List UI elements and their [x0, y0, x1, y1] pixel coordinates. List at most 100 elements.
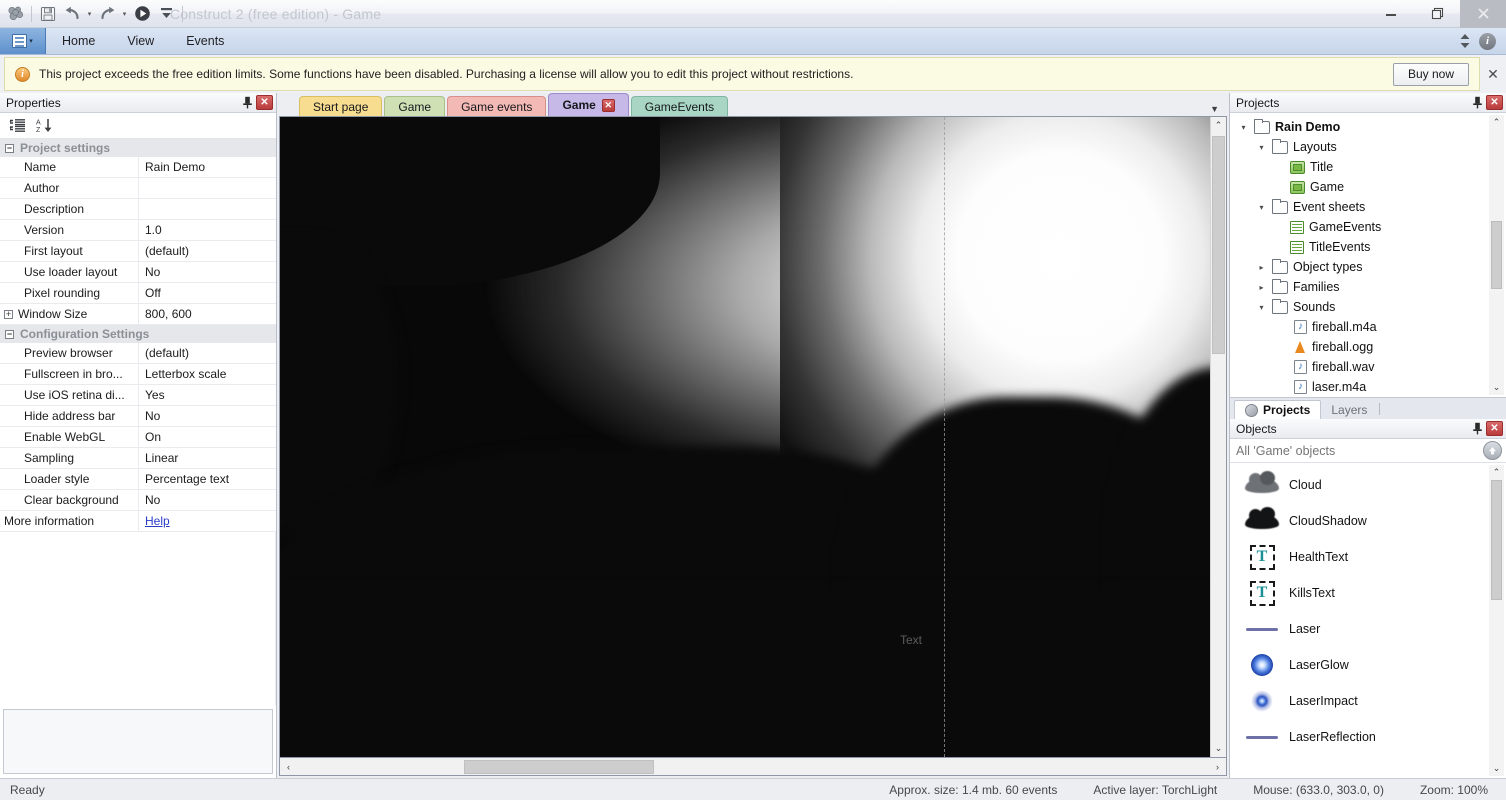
- object-item-cloudshadow[interactable]: CloudShadow: [1230, 503, 1506, 539]
- redo-icon[interactable]: [96, 3, 118, 25]
- collapse-ribbon-icon[interactable]: [1459, 33, 1471, 49]
- tree-item-sounds[interactable]: ▾ Sounds: [1230, 297, 1506, 317]
- property-row-version[interactable]: Version 1.0: [0, 220, 276, 241]
- file-menu-button[interactable]: ▾: [0, 28, 46, 54]
- ribbon-tab-home[interactable]: Home: [46, 28, 111, 54]
- property-row-window-size[interactable]: + Window Size 800, 600: [0, 304, 276, 325]
- undo-icon[interactable]: [61, 3, 83, 25]
- tree-item-laser-m4a[interactable]: ♪ laser.m4a: [1230, 377, 1506, 397]
- objects-scroll-down-icon[interactable]: ⌄: [1489, 761, 1504, 776]
- property-group-project-settings[interactable]: − Project settings: [0, 139, 276, 157]
- property-row-name[interactable]: Name Rain Demo: [0, 157, 276, 178]
- run-preview-icon[interactable]: [131, 3, 153, 25]
- tab-overflow-icon[interactable]: ▼: [1210, 104, 1219, 114]
- property-value[interactable]: No: [139, 490, 276, 510]
- close-tab-icon[interactable]: ✕: [601, 98, 615, 112]
- document-tab-gameevents[interactable]: GameEvents: [630, 96, 729, 116]
- property-row-sampling[interactable]: Sampling Linear: [0, 448, 276, 469]
- close-objects-icon[interactable]: ✕: [1486, 421, 1503, 436]
- objects-scroll-up-icon[interactable]: ⌃: [1489, 465, 1504, 480]
- canvas-vertical-scrollbar[interactable]: ⌃ ⌄: [1210, 117, 1227, 757]
- property-value[interactable]: On: [139, 427, 276, 447]
- tree-item-layouts[interactable]: ▾ Layouts: [1230, 137, 1506, 157]
- document-tab-start-page[interactable]: Start page: [299, 96, 383, 116]
- close-properties-icon[interactable]: ✕: [256, 95, 273, 110]
- objects-list[interactable]: Cloud CloudShadow T HealthText T KillsTe…: [1230, 463, 1506, 778]
- ribbon-tab-events[interactable]: Events: [170, 28, 240, 54]
- redo-dropdown-icon[interactable]: ▾: [120, 3, 129, 25]
- property-value[interactable]: Linear: [139, 448, 276, 468]
- dock-tab-layers[interactable]: Layers: [1321, 400, 1378, 419]
- property-row-use-loader-layout[interactable]: Use loader layout No: [0, 262, 276, 283]
- minimize-button[interactable]: [1368, 0, 1414, 28]
- property-value[interactable]: 800, 600: [139, 304, 276, 324]
- horizontal-scroll-thumb[interactable]: [464, 759, 654, 774]
- canvas-horizontal-scrollbar[interactable]: ‹ ›: [279, 758, 1227, 776]
- property-row-first-layout[interactable]: First layout (default): [0, 241, 276, 262]
- twisty-icon[interactable]: ▸: [1256, 283, 1267, 292]
- property-row-author[interactable]: Author: [0, 178, 276, 199]
- help-link[interactable]: Help: [145, 514, 170, 528]
- object-item-laserreflection[interactable]: LaserReflection: [1230, 719, 1506, 755]
- twisty-icon[interactable]: ▾: [1238, 123, 1249, 132]
- property-row-fullscreen-in-browser[interactable]: Fullscreen in bro... Letterbox scale: [0, 364, 276, 385]
- customize-toolbar-icon[interactable]: [155, 3, 177, 25]
- scroll-left-icon[interactable]: ‹: [280, 758, 297, 775]
- tree-scroll-down-icon[interactable]: ⌄: [1489, 380, 1504, 395]
- tree-scrollbar[interactable]: ⌃ ⌄: [1489, 115, 1504, 395]
- sort-alpha-button[interactable]: AZ: [32, 115, 56, 137]
- pin-icon[interactable]: [1468, 94, 1486, 112]
- property-value[interactable]: [139, 199, 276, 219]
- property-row-loader-style[interactable]: Loader style Percentage text: [0, 469, 276, 490]
- close-notification-icon[interactable]: ✕: [1482, 66, 1504, 83]
- object-item-laser[interactable]: Laser: [1230, 611, 1506, 647]
- save-icon[interactable]: [37, 3, 59, 25]
- object-item-cloud[interactable]: Cloud: [1230, 467, 1506, 503]
- property-value[interactable]: Rain Demo: [139, 157, 276, 177]
- property-row-more-information[interactable]: More information Help: [0, 511, 276, 532]
- object-item-healthtext[interactable]: T HealthText: [1230, 539, 1506, 575]
- objects-scrollbar[interactable]: ⌃ ⌄: [1489, 465, 1504, 776]
- twisty-icon[interactable]: ▸: [1256, 263, 1267, 272]
- property-row-pixel-rounding[interactable]: Pixel rounding Off: [0, 283, 276, 304]
- objects-search-input[interactable]: [1236, 443, 1483, 458]
- object-item-killstext[interactable]: T KillsText: [1230, 575, 1506, 611]
- property-value[interactable]: (default): [139, 343, 276, 363]
- twisty-icon[interactable]: ▾: [1256, 143, 1267, 152]
- property-row-clear-background[interactable]: Clear background No: [0, 490, 276, 511]
- property-row-use-ios-retina-display[interactable]: Use iOS retina di... Yes: [0, 385, 276, 406]
- object-item-laserglow[interactable]: LaserGlow: [1230, 647, 1506, 683]
- dock-tab-projects[interactable]: Projects: [1234, 400, 1322, 419]
- property-value[interactable]: Letterbox scale: [139, 364, 276, 384]
- app-logo-icon[interactable]: [4, 3, 26, 25]
- tree-scroll-up-icon[interactable]: ⌃: [1489, 115, 1504, 130]
- tree-item-families[interactable]: ▸ Families: [1230, 277, 1506, 297]
- scroll-up-icon[interactable]: ⌃: [1210, 117, 1227, 134]
- tree-item-fireball-ogg[interactable]: fireball.ogg: [1230, 337, 1506, 357]
- pin-icon[interactable]: [238, 94, 256, 112]
- restore-button[interactable]: [1414, 0, 1460, 28]
- pin-icon[interactable]: [1468, 420, 1486, 438]
- vertical-scroll-thumb[interactable]: [1212, 136, 1225, 354]
- twisty-icon[interactable]: ▾: [1256, 203, 1267, 212]
- property-row-enable-webgl[interactable]: Enable WebGL On: [0, 427, 276, 448]
- property-value[interactable]: Help: [139, 511, 276, 531]
- tree-item-game-layout[interactable]: Game: [1230, 177, 1506, 197]
- collapse-icon[interactable]: −: [5, 143, 14, 153]
- layout-canvas[interactable]: Text: [280, 117, 1210, 757]
- object-item-laserimpact[interactable]: LaserImpact: [1230, 683, 1506, 719]
- document-tab-game-events[interactable]: Game events: [447, 96, 547, 116]
- property-value[interactable]: Yes: [139, 385, 276, 405]
- objects-scroll-thumb[interactable]: [1491, 480, 1502, 600]
- twisty-icon[interactable]: ▾: [1256, 303, 1267, 312]
- tree-item-title-layout[interactable]: Title: [1230, 157, 1506, 177]
- tree-item-gameevents[interactable]: GameEvents: [1230, 217, 1506, 237]
- close-button[interactable]: [1460, 0, 1506, 28]
- scroll-down-icon[interactable]: ⌄: [1210, 740, 1227, 757]
- buy-now-button[interactable]: Buy now: [1392, 62, 1469, 86]
- scroll-right-icon[interactable]: ›: [1209, 758, 1226, 775]
- document-tab-game-active[interactable]: Game ✕: [548, 93, 629, 116]
- document-tab-game-layout[interactable]: Game: [384, 96, 446, 116]
- property-value[interactable]: Percentage text: [139, 469, 276, 489]
- ribbon-tab-view[interactable]: View: [111, 28, 170, 54]
